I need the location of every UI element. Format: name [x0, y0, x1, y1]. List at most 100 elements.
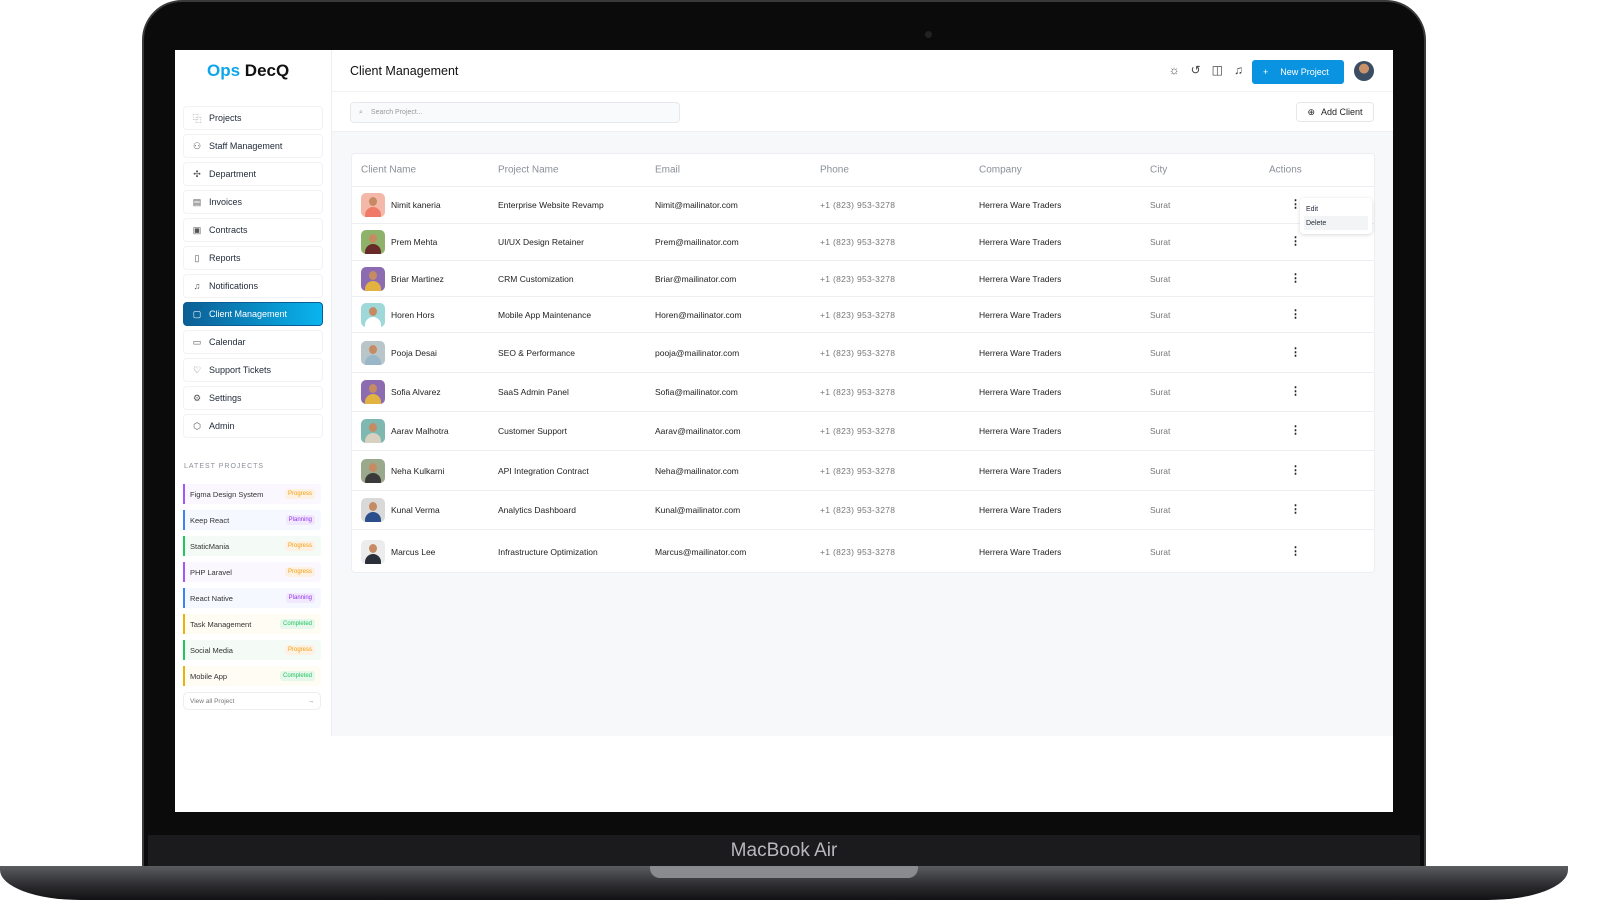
sidebar-nav: ⿻ Projects ⚇ Staff Management ✣ Department ▤ In…	[183, 106, 323, 442]
status-badge: Completed	[279, 671, 315, 681]
cell-company: Herrera Ware Traders	[979, 465, 1062, 476]
cell-project: Enterprise Website Revamp	[498, 200, 604, 210]
cell-company: Herrera Ware Traders	[979, 273, 1062, 284]
cell-name: Briar Martinez	[391, 273, 444, 284]
bell-icon[interactable]: ♫	[1234, 63, 1243, 77]
column-header: Phone	[820, 164, 849, 176]
logo[interactable]: Ops DecQ	[207, 61, 289, 81]
sidebar-item-label: Notifications	[209, 281, 259, 291]
camera	[925, 31, 932, 38]
latest-project-item[interactable]: Social Media Progress	[183, 640, 321, 660]
cell-project: Infrastructure Optimization	[498, 546, 598, 557]
sun-icon[interactable]: ☼	[1169, 63, 1180, 77]
cell-project: UI/UX Design Retainer	[498, 237, 584, 247]
arrow-right-icon: →	[307, 697, 315, 705]
more-actions-icon[interactable]: ⋮	[1290, 236, 1301, 248]
menu-edit[interactable]: Edit	[1304, 202, 1368, 216]
sidebar-item-contracts[interactable]: ▣ Contracts	[183, 218, 323, 242]
sidebar-icon[interactable]: ◫	[1212, 63, 1223, 77]
sidebar-item-label: Client Management	[209, 309, 288, 319]
latest-project-item[interactable]: PHP Laravel Progress	[183, 562, 321, 582]
project-name: PHP Laravel	[190, 567, 232, 577]
cell-city: Surat	[1150, 505, 1171, 515]
table-row: Aarav Malhotra Customer Support Aarav@mail…	[352, 412, 1374, 451]
nav-icon: ⚇	[192, 140, 202, 151]
toolbar: ⌕ Search Project... ⊕ Add Client	[332, 92, 1393, 132]
latest-project-item[interactable]: Figma Design System Progress	[183, 484, 321, 504]
search-placeholder: Search Project...	[370, 109, 423, 116]
latest-project-item[interactable]: StaticMania Progress	[183, 536, 321, 556]
column-header: Client Name	[361, 164, 417, 176]
view-all-projects-link[interactable]: View all Project →	[183, 692, 321, 710]
add-client-button[interactable]: ⊕ Add Client	[1296, 102, 1374, 122]
latest-project-item[interactable]: Keep React Planning	[183, 510, 321, 530]
cell-company: Herrera Ware Traders	[979, 546, 1062, 557]
cell-email: Briar@mailinator.com	[655, 273, 737, 284]
client-avatar	[361, 458, 385, 483]
latest-projects-list: Figma Design System Progress Keep React Pla…	[183, 484, 321, 710]
latest-project-item[interactable]: Mobile App Completed	[183, 666, 321, 686]
sidebar-item-department[interactable]: ✣ Department	[183, 162, 323, 186]
page-title: Client Management	[350, 64, 459, 78]
latest-project-item[interactable]: Task Management Completed	[183, 614, 321, 634]
latest-project-item[interactable]: React Native Planning	[183, 588, 321, 608]
nav-icon: ▣	[192, 224, 202, 235]
cell-phone: +1 (823) 953-3278	[820, 273, 896, 284]
table-row: Briar Martinez CRM Customization Briar@mai…	[352, 261, 1374, 297]
topbar: Client Management ☼ ↺ ◫ ♫ + New Project	[332, 50, 1393, 92]
sidebar-item-support-tickets[interactable]: ♡ Support Tickets	[183, 358, 323, 382]
cell-name: Sofia Alvarez	[391, 387, 441, 397]
sidebar-item-label: Admin	[209, 421, 235, 431]
cell-name: Neha Kulkarni	[391, 465, 445, 476]
more-actions-icon[interactable]: ⋮	[1290, 386, 1301, 398]
cell-email: Sofia@mailinator.com	[655, 387, 738, 397]
cell-email: Prem@mailinator.com	[655, 237, 739, 247]
new-project-button[interactable]: + New Project	[1252, 60, 1344, 84]
user-avatar[interactable]	[1354, 61, 1374, 81]
column-header: City	[1150, 164, 1168, 176]
nav-icon: ⬡	[193, 420, 201, 431]
more-actions-icon[interactable]: ⋮	[1290, 546, 1301, 557]
sidebar-item-notifications[interactable]: ♫ Notifications	[183, 274, 323, 298]
cell-name: Pooja Desai	[391, 347, 437, 358]
more-actions-icon[interactable]: ⋮	[1290, 504, 1301, 516]
cell-city: Surat	[1150, 465, 1171, 476]
cell-company: Herrera Ware Traders	[979, 237, 1062, 247]
table-row: Sofia Alvarez SaaS Admin Panel Sofia@maili…	[352, 373, 1374, 412]
cell-phone: +1 (823) 953-3278	[820, 546, 896, 557]
more-actions-icon[interactable]: ⋮	[1290, 309, 1301, 320]
more-actions-icon[interactable]: ⋮	[1290, 347, 1301, 358]
cell-company: Herrera Ware Traders	[979, 200, 1062, 210]
cell-email: Horen@mailinator.com	[655, 309, 742, 320]
cell-project: SEO & Performance	[498, 347, 576, 358]
more-actions-icon[interactable]: ⋮	[1290, 465, 1301, 476]
history-icon[interactable]: ↺	[1191, 63, 1201, 77]
client-avatar	[361, 193, 385, 217]
search-input[interactable]: ⌕ Search Project...	[350, 102, 680, 123]
sidebar-item-invoices[interactable]: ▤ Invoices	[183, 190, 323, 214]
more-actions-icon[interactable]: ⋮	[1290, 425, 1301, 437]
sidebar-item-client-management[interactable]: ▢ Client Management	[183, 302, 323, 326]
sidebar-item-admin[interactable]: ⬡ Admin	[183, 414, 323, 438]
cell-email: Kunal@mailinator.com	[655, 505, 741, 515]
clients-table: Client Name Project Name Email Phone Company…	[351, 153, 1375, 573]
menu-delete[interactable]: Delete	[1304, 216, 1368, 230]
sidebar: Ops DecQ ⿻ Projects ⚇ Staff Management ✣ Depa…	[175, 50, 332, 736]
status-badge: Progress	[284, 489, 315, 499]
more-actions-icon[interactable]: ⋮	[1290, 273, 1301, 284]
sidebar-item-calendar[interactable]: ▭ Calendar	[183, 330, 323, 354]
status-badge: Completed	[279, 619, 315, 629]
status-badge: Progress	[284, 541, 315, 551]
logo-accent: Ops	[207, 61, 241, 80]
sidebar-item-staff-management[interactable]: ⚇ Staff Management	[183, 134, 323, 158]
logo-text: DecQ	[240, 61, 290, 80]
client-avatar	[361, 419, 385, 443]
sidebar-item-projects[interactable]: ⿻ Projects	[183, 106, 323, 130]
sidebar-item-reports[interactable]: ▯ Reports	[183, 246, 323, 270]
table-row: Nimit kaneria Enterprise Website Revamp Ni…	[352, 187, 1374, 224]
cell-project: API Integration Contract	[498, 465, 589, 476]
sidebar-item-settings[interactable]: ⚙ Settings	[183, 386, 323, 410]
plus-icon: +	[1263, 67, 1269, 77]
column-header: Actions	[1269, 164, 1302, 176]
latest-projects-title: LATEST PROJECTS	[184, 463, 265, 470]
